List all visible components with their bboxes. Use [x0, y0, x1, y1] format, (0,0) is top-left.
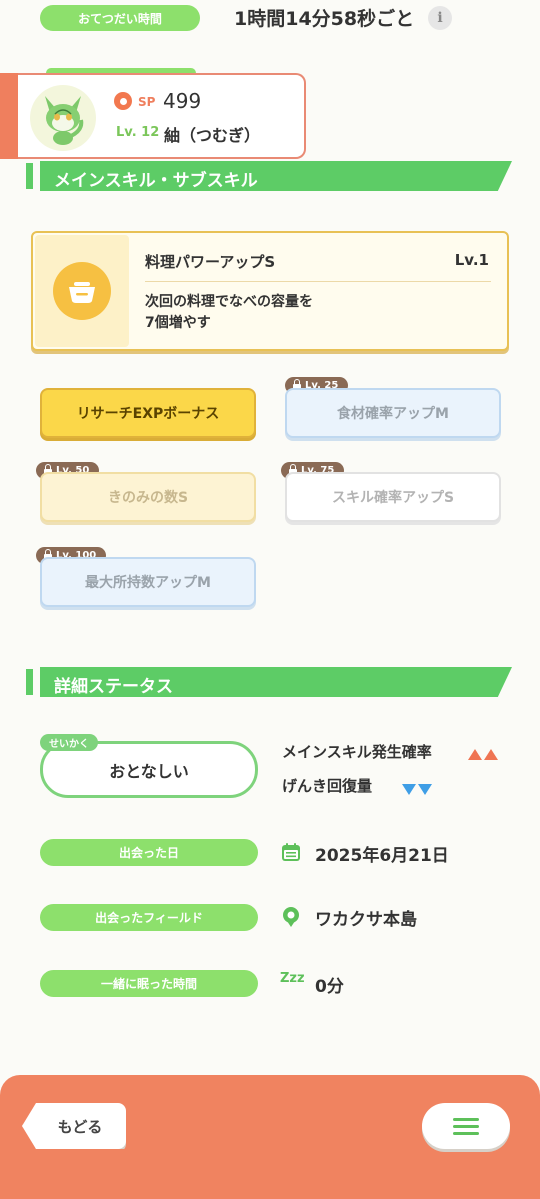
- cooking-pot-icon: [53, 262, 111, 320]
- main-skill-description: 次回の料理でなべの容量を 7個増やす: [145, 292, 313, 334]
- card-accent: [0, 73, 18, 159]
- section-bar: [26, 669, 33, 695]
- met-field-pill: 出会ったフィールド: [40, 904, 258, 931]
- menu-line: [453, 1124, 479, 1128]
- menu-line: [453, 1117, 479, 1121]
- main-skill-card[interactable]: 料理パワーアップS Lv.1 次回の料理でなべの容量を 7個増やす: [31, 231, 509, 351]
- pokemon-summary-card: SP 499 Lv. 12 紬（つむぎ）: [0, 73, 306, 159]
- section-title: メインスキル・サブスキル: [54, 171, 258, 191]
- met-field-value: ワカクサ本島: [315, 910, 417, 930]
- main-skill-name: 料理パワーアップS: [145, 253, 276, 271]
- pokemon-avatar: [30, 85, 96, 151]
- sp-ball-icon: [114, 92, 132, 110]
- main-skill-desc-line1: 次回の料理でなべの容量を: [145, 294, 313, 310]
- sub-skill-inventory-up[interactable]: 最大所持数アップM: [40, 557, 256, 607]
- nature-down-label: げんき回復量: [282, 777, 373, 795]
- skill-divider: [145, 281, 491, 282]
- sp-value: 499: [163, 89, 202, 113]
- calendar-icon: [282, 843, 300, 861]
- sleep-time-value: 0分: [315, 977, 344, 997]
- sleep-time-pill: 一緒に眠った時間: [40, 970, 258, 997]
- back-button[interactable]: もどる: [22, 1103, 126, 1149]
- help-time-value: 1時間14分58秒ごと: [234, 8, 415, 30]
- met-date-pill: 出会った日: [40, 839, 258, 866]
- pokemon-name: 紬（つむぎ）: [164, 126, 261, 145]
- met-date-value: 2025年6月21日: [315, 846, 449, 866]
- sub-skill-research-exp[interactable]: リサーチEXPボーナス: [40, 388, 256, 438]
- sleep-zzz-icon: Zzz: [280, 971, 305, 986]
- sub-skill-berry-finding[interactable]: きのみの数S: [40, 472, 256, 522]
- main-skill-level: Lv.1: [454, 251, 489, 269]
- section-title: 詳細ステータス: [54, 677, 173, 697]
- main-skill-icon-area: [35, 235, 129, 347]
- info-icon[interactable]: i: [428, 6, 452, 30]
- bottom-bar: もどる: [0, 1075, 540, 1199]
- up-arrows-icon: [466, 745, 498, 764]
- nature-up-label: メインスキル発生確率: [282, 743, 432, 761]
- location-pin-icon: [283, 907, 299, 927]
- sp-label: SP: [138, 95, 156, 109]
- nature-tag: せいかく: [40, 734, 98, 751]
- pokemon-level: Lv. 12: [116, 125, 160, 140]
- menu-button[interactable]: [422, 1103, 510, 1149]
- section-bar: [26, 163, 33, 189]
- sprigatito-icon: [45, 96, 84, 145]
- sub-skill-ingredient-finder[interactable]: 食材確率アップM: [285, 388, 501, 438]
- menu-line: [453, 1131, 479, 1135]
- main-skill-desc-line2: 7個増やす: [145, 315, 211, 331]
- down-arrows-icon: [400, 780, 432, 799]
- help-time-pill: おてつだい時間: [40, 5, 200, 31]
- skills-section-header: メインスキル・サブスキル: [26, 161, 512, 191]
- details-section-header: 詳細ステータス: [26, 667, 512, 697]
- sub-skill-trigger-s[interactable]: スキル確率アップS: [285, 472, 501, 522]
